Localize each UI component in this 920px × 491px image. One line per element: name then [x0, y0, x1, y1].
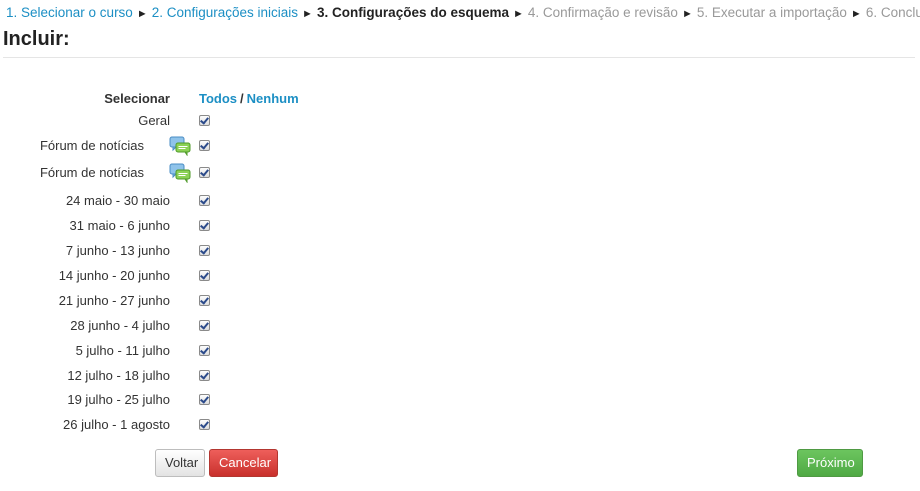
- breadcrumb-step-4: 4. Confirmação e revisão: [527, 5, 678, 20]
- include-item-checkbox[interactable]: [199, 220, 210, 231]
- include-item-label: 21 junho - 27 junho: [58, 293, 170, 308]
- breadcrumb-arrow-icon: ►: [302, 8, 313, 20]
- breadcrumb-arrow-icon: ►: [681, 8, 693, 20]
- include-item-checkbox[interactable]: [199, 370, 210, 381]
- breadcrumb-step-2[interactable]: 2. Configurações iniciais: [152, 5, 298, 20]
- select-links: Todos / Nenhum: [199, 91, 299, 106]
- include-item-row: 24 maio - 30 maio: [0, 191, 400, 211]
- breadcrumb-arrow-icon: ►: [512, 8, 524, 20]
- forum-icon: [169, 136, 191, 156]
- select-row: Selecionar Todos / Nenhum: [0, 89, 400, 109]
- include-item-checkbox[interactable]: [199, 167, 210, 178]
- breadcrumb-step-3: 3. Configurações do esquema: [316, 5, 509, 20]
- next-button[interactable]: Próximo: [797, 449, 863, 477]
- include-item-label: Geral: [138, 113, 170, 128]
- include-item-row: Fórum de notícias: [0, 163, 400, 183]
- include-item-checkbox[interactable]: [199, 295, 210, 306]
- include-item-label: 19 julho - 25 julho: [67, 392, 170, 407]
- include-item-row: 7 junho - 13 junho: [0, 241, 400, 261]
- include-item-label: Fórum de notícias: [39, 165, 144, 180]
- include-item-row: Geral: [0, 111, 400, 131]
- cancel-button[interactable]: Cancelar: [209, 449, 278, 477]
- include-item-label: Fórum de notícias: [39, 138, 144, 153]
- breadcrumb-step-5: 5. Executar a importação: [696, 5, 847, 20]
- page-title: Incluir:: [3, 28, 70, 50]
- include-item-checkbox[interactable]: [199, 140, 210, 151]
- include-item-label: 31 maio - 6 junho: [69, 218, 170, 233]
- divider: [3, 57, 915, 58]
- include-item-checkbox[interactable]: [199, 195, 210, 206]
- include-item-row: 12 julho - 18 julho: [0, 366, 400, 386]
- include-item-checkbox[interactable]: [199, 245, 210, 256]
- include-item-label: 12 julho - 18 julho: [67, 368, 170, 383]
- breadcrumb-step-6: 6. Concluir: [865, 5, 920, 20]
- select-none-link[interactable]: Nenhum: [247, 91, 299, 106]
- forum-icon: [169, 163, 191, 183]
- include-item-label: 26 julho - 1 agosto: [63, 417, 170, 432]
- select-separator: /: [240, 91, 244, 106]
- select-label: Selecionar: [104, 91, 170, 106]
- breadcrumb-arrow-icon: ►: [850, 8, 862, 20]
- include-item-checkbox[interactable]: [199, 320, 210, 331]
- include-item-checkbox[interactable]: [199, 394, 210, 405]
- include-item-row: 14 junho - 20 junho: [0, 266, 400, 286]
- include-item-label: 14 junho - 20 junho: [58, 268, 170, 283]
- include-item-row: 21 junho - 27 junho: [0, 291, 400, 311]
- include-item-row: 28 junho - 4 julho: [0, 316, 400, 336]
- include-item-row: 26 julho - 1 agosto: [0, 415, 400, 435]
- include-item-row: Fórum de notícias: [0, 136, 400, 156]
- include-item-label: 5 julho - 11 julho: [75, 343, 170, 358]
- include-item-checkbox[interactable]: [199, 115, 210, 126]
- include-item-row: 19 julho - 25 julho: [0, 390, 400, 410]
- select-all-link[interactable]: Todos: [199, 91, 237, 106]
- breadcrumb-step-1[interactable]: 1. Selecionar o curso: [6, 5, 133, 20]
- breadcrumb-arrow-icon: ►: [136, 8, 148, 20]
- include-item-row: 31 maio - 6 junho: [0, 216, 400, 236]
- include-item-checkbox[interactable]: [199, 419, 210, 430]
- include-item-checkbox[interactable]: [199, 345, 210, 356]
- include-item-row: 5 julho - 11 julho: [0, 341, 400, 361]
- include-item-label: 24 maio - 30 maio: [65, 193, 170, 208]
- back-button[interactable]: Voltar: [155, 449, 205, 477]
- include-item-label: 7 junho - 13 junho: [65, 243, 170, 258]
- breadcrumb: 1. Selecionar o curso ► 2. Configurações i…: [6, 5, 920, 22]
- include-item-label: 28 junho - 4 julho: [70, 318, 170, 333]
- include-item-checkbox[interactable]: [199, 270, 210, 281]
